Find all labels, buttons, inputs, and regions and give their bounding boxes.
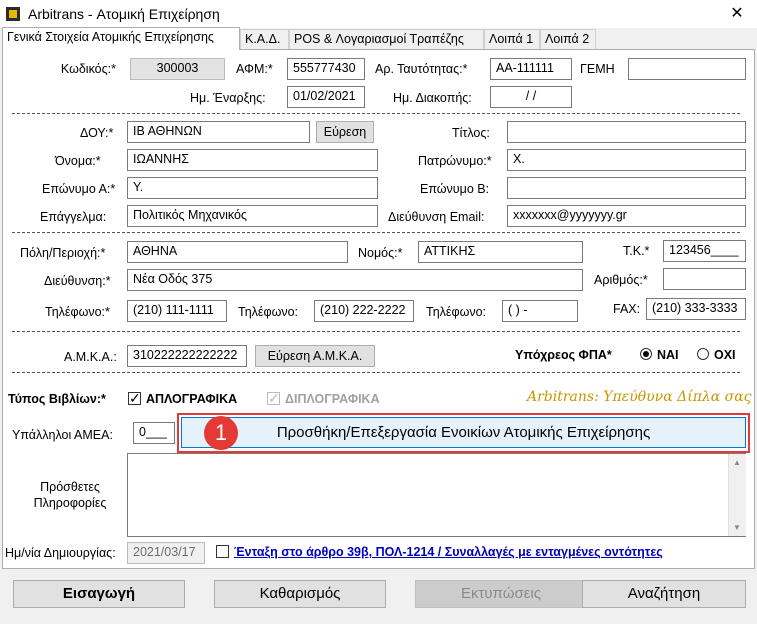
- city-label: Πόλη/Περιοχή:*: [20, 246, 106, 260]
- notes-scrollbar[interactable]: ▲ ▼: [728, 454, 746, 536]
- profession-field[interactable]: Πολιτικός Μηχανικός: [127, 205, 378, 227]
- tab-other-1[interactable]: Λοιπά 1: [484, 29, 540, 49]
- code-field[interactable]: 300003: [130, 58, 225, 80]
- amka-field[interactable]: 310222222222222: [127, 345, 247, 367]
- vat-yes-label: ΝΑΙ: [657, 348, 679, 362]
- app-window: Arbitrans - Ατομική Επιχείρηση ✕ Γενικά …: [0, 0, 757, 624]
- clear-button[interactable]: Καθαρισμός: [214, 580, 386, 608]
- name-field[interactable]: ΙΩΑΝΝΗΣ: [127, 149, 378, 171]
- app-icon: [6, 7, 20, 21]
- phone1-field[interactable]: (210) 111-1111: [127, 300, 227, 322]
- afm-label: ΑΦΜ:*: [236, 62, 273, 76]
- surname-a-field[interactable]: Υ.: [127, 177, 378, 199]
- scroll-down-icon[interactable]: ▼: [733, 523, 741, 532]
- surname-b-field[interactable]: [507, 177, 746, 199]
- fax-label: FAX:: [613, 302, 641, 316]
- notes-label-line1: Πρόσθετες: [40, 480, 100, 494]
- separator: [12, 113, 740, 114]
- slogan-text: Arbitrans: Υπεύθυνα Δίπλα σας: [527, 389, 752, 405]
- tab-general[interactable]: Γενικά Στοιχεία Ατομικής Επιχείρησης: [2, 27, 240, 50]
- afm-field[interactable]: 555777430: [287, 58, 365, 80]
- email-field[interactable]: xxxxxxx@yyyyyyy.gr: [507, 205, 746, 227]
- father-name-label: Πατρώνυμο:*: [418, 154, 492, 168]
- name-label: Όνομα:*: [55, 154, 101, 168]
- notes-textarea[interactable]: [127, 453, 746, 537]
- street-field[interactable]: Νέα Οδός 375: [127, 269, 583, 291]
- profession-label: Επάγγελμα:: [40, 210, 107, 224]
- disabled-employees-field[interactable]: 0___: [133, 422, 175, 444]
- vat-no-radio[interactable]: [697, 348, 709, 360]
- amka-label: Α.Μ.Κ.Α.:: [64, 350, 117, 364]
- end-date-label: Ημ. Διακοπής:: [393, 91, 472, 105]
- separator: [12, 232, 740, 233]
- tab-kad[interactable]: Κ.Α.Δ.: [240, 29, 289, 49]
- amka-search-button[interactable]: Εύρεση Α.Μ.Κ.Α.: [255, 345, 375, 367]
- doy-field[interactable]: ΙΒ ΑΘΗΝΩΝ: [127, 121, 310, 143]
- phone2-field[interactable]: (210) 222-2222: [314, 300, 414, 322]
- rentals-button[interactable]: Προσθήκη/Επεξεργασία Ενοικίων Ατομικής Ε…: [181, 417, 746, 448]
- notes-label-line2: Πληροφορίες: [33, 496, 107, 510]
- city-field[interactable]: ΑΘΗΝΑ: [127, 241, 348, 263]
- check-icon: ✓: [268, 390, 280, 406]
- street-number-field[interactable]: [663, 268, 746, 290]
- id-field[interactable]: ΑΑ-111111: [490, 58, 572, 80]
- surname-b-label: Επώνυμο Β:: [420, 182, 490, 196]
- created-date-field: 2021/03/17: [127, 542, 205, 564]
- phone3-field[interactable]: ( ) -: [502, 300, 578, 322]
- search-button[interactable]: Αναζήτηση: [582, 580, 746, 608]
- doy-search-button[interactable]: Εύρεση: [316, 121, 374, 143]
- father-name-field[interactable]: Χ.: [507, 149, 746, 171]
- title-field[interactable]: [507, 121, 746, 143]
- books-type-label: Τύπος Βιβλίων:*: [8, 392, 106, 406]
- insert-button[interactable]: Εισαγωγή: [13, 580, 185, 608]
- tab-other-2[interactable]: Λοιπά 2: [540, 29, 596, 49]
- start-date-label: Ημ. Έναρξης:: [190, 91, 266, 105]
- email-label: Διεύθυνση Email:: [388, 210, 485, 224]
- prefecture-field[interactable]: ΑΤΤΙΚΗΣ: [418, 241, 583, 263]
- gemi-label: ΓΕΜΗ: [580, 62, 615, 76]
- print-button: Εκτυπώσεις: [415, 580, 587, 608]
- gemi-field[interactable]: [628, 58, 746, 80]
- vat-yes-radio[interactable]: [640, 348, 652, 360]
- single-entry-label: ΑΠΛΟΓΡΑΦΙΚΑ: [146, 392, 238, 406]
- end-date-field[interactable]: / /: [490, 86, 572, 108]
- start-date-field[interactable]: 01/02/2021: [287, 86, 365, 108]
- prefecture-label: Νομός:*: [358, 246, 403, 260]
- single-entry-checkbox[interactable]: ✓: [128, 390, 141, 406]
- street-label: Διεύθυνση:*: [44, 274, 111, 288]
- title-bar: Arbitrans - Ατομική Επιχείρηση ✕: [0, 0, 757, 28]
- phone3-label: Τηλέφωνο:: [426, 305, 487, 319]
- step-badge: 1: [204, 416, 238, 450]
- zip-label: Τ.Κ.*: [623, 244, 650, 258]
- separator: [12, 372, 740, 373]
- vat-no-label: ΟΧΙ: [714, 348, 736, 362]
- created-date-label: Ημ/νία Δημιουργίας:: [5, 546, 116, 560]
- check-icon: ✓: [129, 390, 141, 406]
- street-number-label: Αριθμός:*: [594, 273, 648, 287]
- scroll-up-icon[interactable]: ▲: [733, 458, 741, 467]
- separator: [12, 331, 740, 332]
- window-title: Arbitrans - Ατομική Επιχείρηση: [28, 6, 220, 22]
- double-entry-checkbox[interactable]: ✓: [267, 390, 280, 406]
- tab-pos-accounts[interactable]: POS & Λογαριασμοί Τραπέζης: [289, 29, 484, 49]
- vat-liable-label: Υπόχρεος ΦΠΑ*: [515, 348, 612, 362]
- title-label: Τίτλος:: [452, 126, 490, 140]
- surname-a-label: Επώνυμο Α:*: [42, 182, 116, 196]
- close-icon[interactable]: ✕: [717, 0, 757, 28]
- id-label: Αρ. Ταυτότητας:*: [375, 62, 468, 76]
- article-39b-checkbox[interactable]: [216, 545, 229, 558]
- disabled-employees-label: Υπάλληλοι ΑΜΕΑ:: [12, 428, 113, 442]
- phone2-label: Τηλέφωνο:: [238, 305, 299, 319]
- fax-field[interactable]: (210) 333-3333: [646, 298, 746, 320]
- article-39b-link[interactable]: Ένταξη στο άρθρο 39β, ΠΟΛ-1214 / Συναλλα…: [234, 545, 663, 559]
- code-label: Κωδικός:*: [60, 62, 116, 76]
- phone1-label: Τηλέφωνο:*: [45, 305, 110, 319]
- doy-label: ΔΟΥ:*: [80, 126, 114, 140]
- zip-field[interactable]: 123456____: [663, 240, 746, 262]
- double-entry-label: ΔΙΠΛΟΓΡΑΦΙΚΑ: [285, 392, 380, 406]
